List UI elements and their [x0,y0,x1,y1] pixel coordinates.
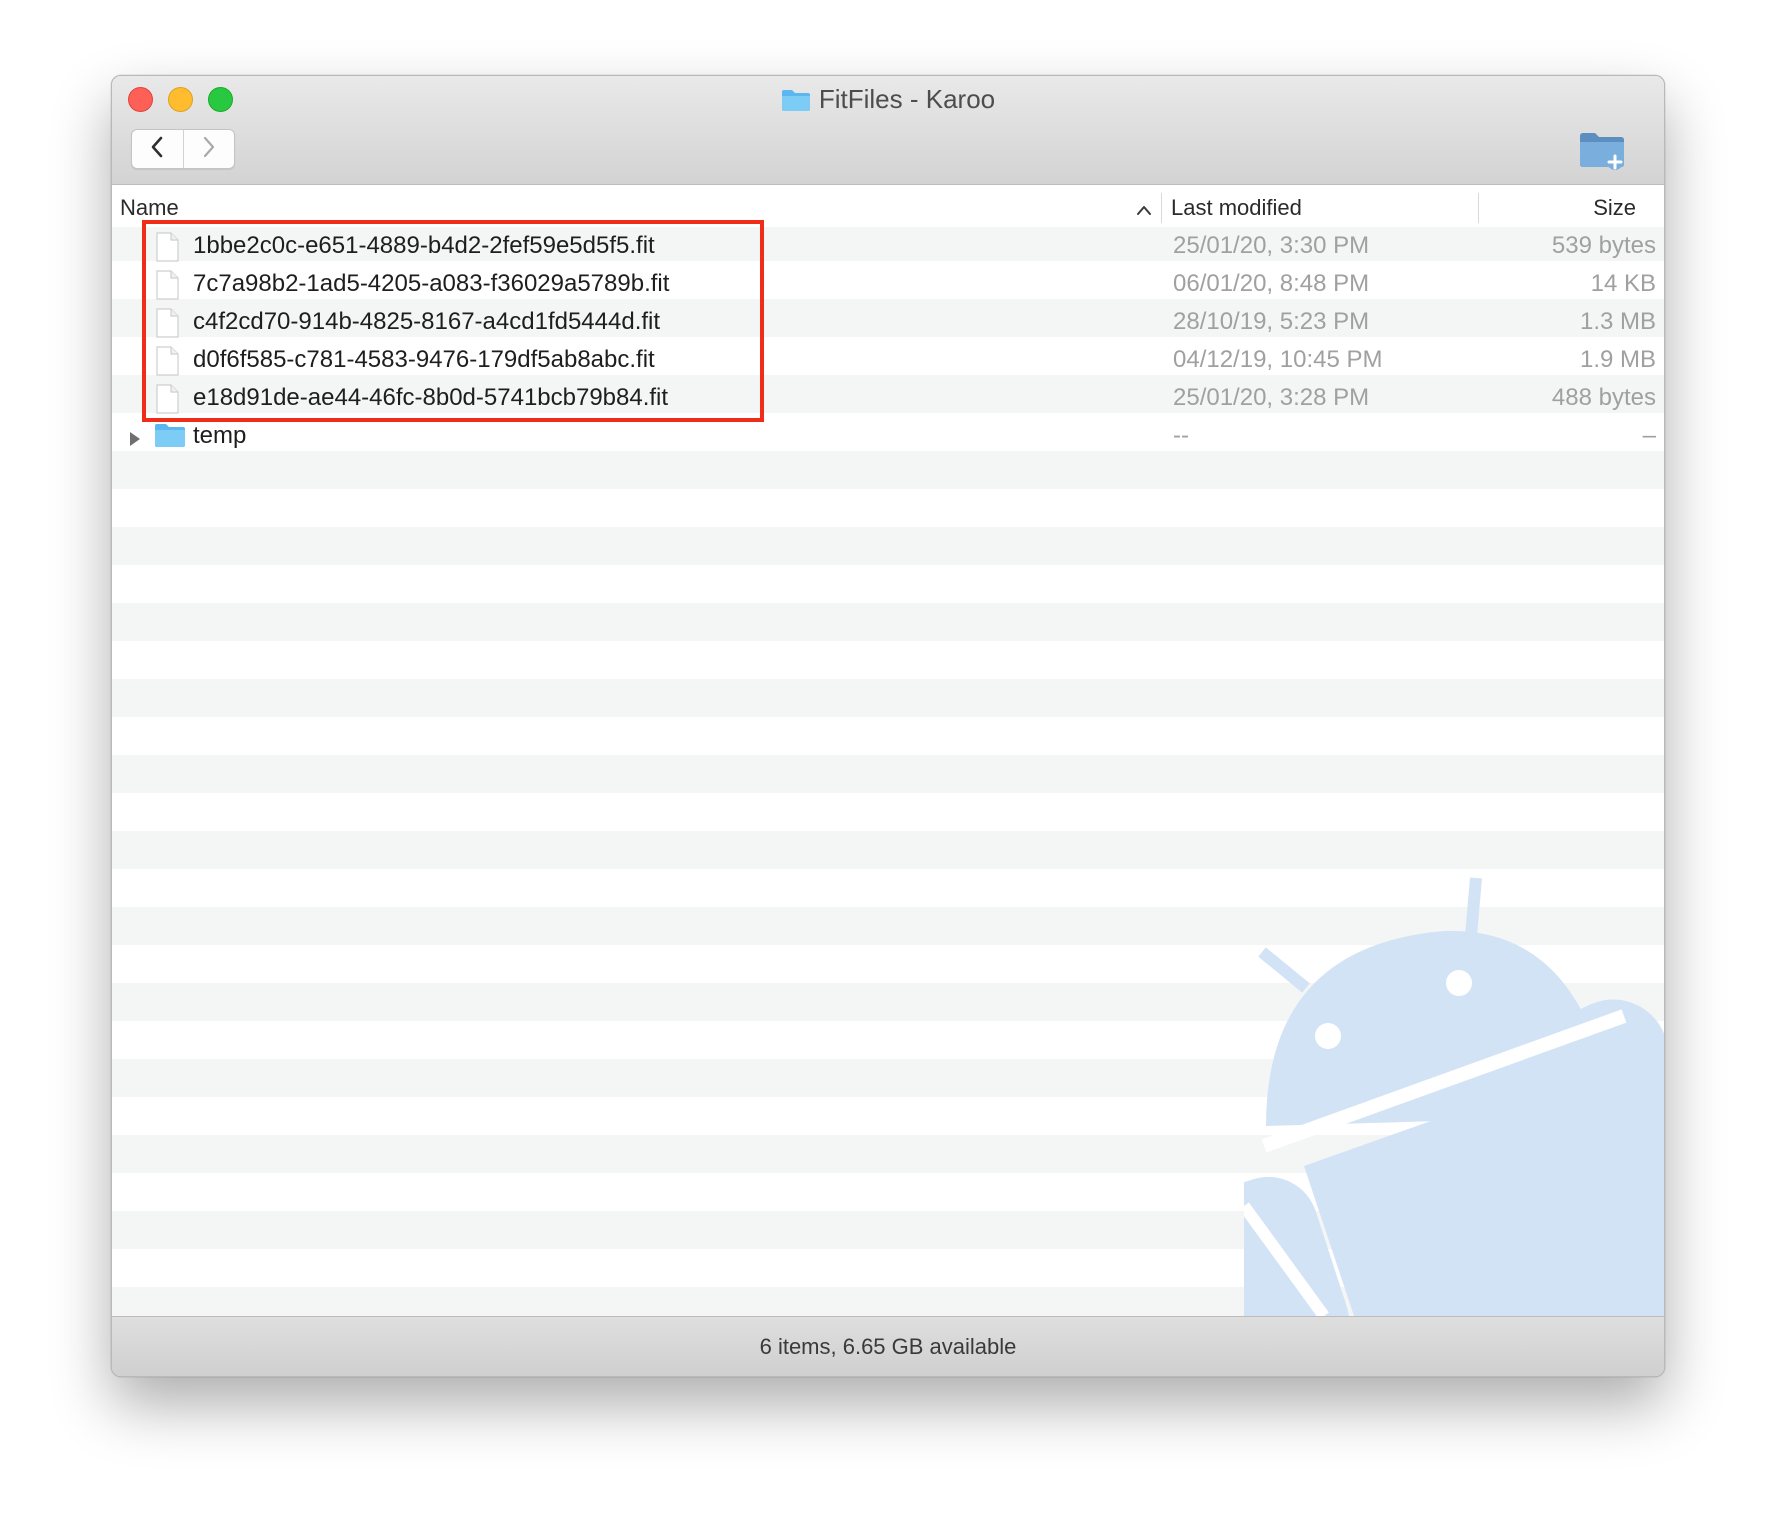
file-list: Name Last modified Size 1bbe2c0c-e651-48… [112,185,1664,1316]
folder-row[interactable]: temp -- – [112,417,1664,455]
name-column-header[interactable]: Name [120,195,179,221]
new-folder-icon [1578,133,1626,174]
status-bar: 6 items, 6.65 GB available [112,1316,1664,1376]
file-name: 1bbe2c0c-e651-4889-b4d2-2fef59e5d5f5.fit [193,232,655,259]
forward-button[interactable] [182,130,235,168]
title-bar[interactable]: FitFiles - Karoo [112,76,1664,185]
folder-size: – [1642,422,1656,449]
chevron-right-icon [201,135,217,164]
folder-icon [781,88,811,119]
status-text: 6 items, 6.65 GB available [759,1334,1017,1359]
last-modified-column-header[interactable]: Last modified [1171,195,1302,221]
disclosure-triangle-icon[interactable] [128,427,142,455]
chevron-up-icon[interactable] [1136,197,1152,223]
file-modified: 25/01/20, 3:28 PM [1173,384,1370,411]
window-title-text: FitFiles - Karoo [818,84,996,114]
new-folder-button[interactable] [1578,130,1626,175]
file-modified: 28/10/19, 5:23 PM [1173,308,1370,335]
folder-icon [154,422,186,455]
size-column-header[interactable]: Size [1593,195,1636,221]
document-icon [154,384,180,421]
file-row[interactable]: e18d91de-ae44-46fc-8b0d-5741bcb79b84.fit… [112,379,1664,417]
file-name: c4f2cd70-914b-4825-8167-a4cd1fd5444d.fit [193,308,661,335]
navigation-buttons [131,129,235,169]
document-icon [154,346,180,383]
file-row[interactable]: d0f6f585-c781-4583-9476-179df5ab8abc.fit… [112,341,1664,379]
android-robot-watermark [1244,877,1664,1316]
document-icon [154,232,180,269]
document-icon [154,270,180,307]
file-modified: 04/12/19, 10:45 PM [1173,346,1383,373]
file-size: 488 bytes [1551,384,1656,411]
file-name: 7c7a98b2-1ad5-4205-a083-f36029a5789b.fit [193,270,670,297]
file-name: e18d91de-ae44-46fc-8b0d-5741bcb79b84.fit [193,384,669,411]
file-row[interactable]: c4f2cd70-914b-4825-8167-a4cd1fd5444d.fit… [112,303,1664,341]
file-row[interactable]: 1bbe2c0c-e651-4889-b4d2-2fef59e5d5f5.fit… [112,227,1664,265]
file-modified: 25/01/20, 3:30 PM [1173,232,1370,259]
document-icon [154,308,180,345]
folder-name: temp [193,422,247,449]
file-size: 14 KB [1590,270,1656,297]
column-header: Name Last modified Size [112,185,1664,227]
file-modified: 06/01/20, 8:48 PM [1173,270,1370,297]
back-button[interactable] [132,130,183,168]
file-size: 539 bytes [1551,232,1656,259]
window-title: FitFiles - Karoo [112,84,1664,119]
file-row[interactable]: 7c7a98b2-1ad5-4205-a083-f36029a5789b.fit… [112,265,1664,303]
file-size: 1.9 MB [1579,346,1656,373]
file-rows: 1bbe2c0c-e651-4889-b4d2-2fef59e5d5f5.fit… [112,227,1664,455]
file-browser-window: FitFiles - Karoo Name Last modified Size… [111,75,1665,1377]
column-divider[interactable] [1161,193,1162,223]
column-divider[interactable] [1478,193,1479,223]
file-size: 1.3 MB [1579,308,1656,335]
folder-modified: -- [1173,422,1189,449]
chevron-left-icon [149,135,165,164]
file-name: d0f6f585-c781-4583-9476-179df5ab8abc.fit [193,346,655,373]
